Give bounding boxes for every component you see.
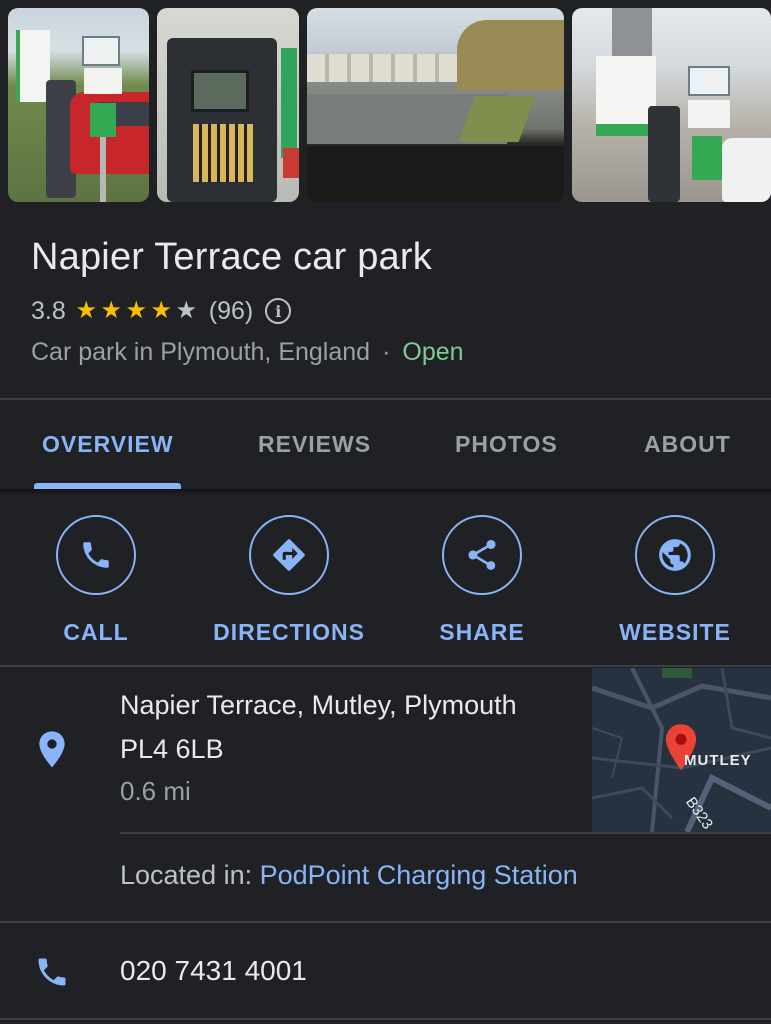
open-status: Open <box>402 338 464 366</box>
website-label: WEBSITE <box>619 619 731 645</box>
address-line-2[interactable]: PL4 6LB <box>120 734 224 765</box>
photo-signs-and-car[interactable] <box>8 8 149 202</box>
divider <box>0 921 771 923</box>
address-line-1[interactable]: Napier Terrace, Mutley, Plymouth <box>120 690 517 721</box>
share-label: SHARE <box>439 619 525 645</box>
tab-photos[interactable]: PHOTOS <box>455 431 558 458</box>
photo-charging-signs[interactable] <box>572 8 771 202</box>
address-section: Napier Terrace, Mutley, Plymouth PL4 6LB… <box>0 668 771 922</box>
photo-street-view[interactable] <box>307 8 564 202</box>
call-label: CALL <box>63 619 129 645</box>
located-in-link[interactable]: PodPoint Charging Station <box>260 860 578 890</box>
tab-overview[interactable]: OVERVIEW <box>42 431 174 458</box>
separator-dot: · <box>382 338 391 366</box>
distance: 0.6 mi <box>120 776 191 806</box>
tab-about[interactable]: ABOUT <box>644 431 731 458</box>
photo-strip[interactable] <box>0 0 771 210</box>
location-pin-icon <box>39 731 65 768</box>
tab-reviews[interactable]: REVIEWS <box>258 431 371 458</box>
located-in-label: Located in: <box>120 860 260 890</box>
map-thumbnail[interactable]: MUTLEY B323 <box>592 668 771 832</box>
divider <box>0 398 771 400</box>
divider <box>120 832 771 834</box>
map-label: MUTLEY <box>684 752 752 769</box>
phone-number[interactable]: 020 7431 4001 <box>120 955 307 987</box>
review-count[interactable]: (96) <box>209 297 253 326</box>
star-icon: ★ <box>125 297 148 324</box>
call-button[interactable]: CALL <box>1 515 191 646</box>
info-icon[interactable]: i <box>265 298 292 324</box>
star-rating: ★ ★ ★ ★ ★ <box>74 299 199 323</box>
located-in-row[interactable]: Located in: PodPoint Charging Station <box>120 860 578 891</box>
star-icon: ★ <box>150 297 173 324</box>
share-button[interactable]: SHARE <box>387 515 577 646</box>
photo-parking-meter[interactable] <box>157 8 299 202</box>
divider <box>0 1018 771 1020</box>
phone-icon <box>38 958 66 986</box>
place-category: Car park in Plymouth, England <box>31 338 371 366</box>
directions-label: DIRECTIONS <box>213 619 365 645</box>
place-title: Napier Terrace car park <box>31 236 432 278</box>
rating-value: 3.8 <box>31 296 66 325</box>
action-row: CALL DIRECTIONS SHARE WEBSITE <box>0 515 771 645</box>
share-icon <box>468 540 496 570</box>
tab-bar: OVERVIEW REVIEWS PHOTOS ABOUT <box>0 401 771 491</box>
website-button[interactable]: WEBSITE <box>580 515 770 646</box>
directions-icon <box>273 539 305 571</box>
star-icon: ★ <box>75 297 98 324</box>
phone-row[interactable]: 020 7431 4001 <box>0 924 771 1018</box>
rating-row[interactable]: 3.8 ★ ★ ★ ★ ★ (96) i <box>31 294 292 328</box>
star-icon: ★ <box>100 297 123 324</box>
category-row: Car park in Plymouth, England · Open <box>31 338 464 367</box>
divider <box>0 665 771 667</box>
directions-button[interactable]: DIRECTIONS <box>194 515 384 646</box>
phone-icon <box>83 542 109 568</box>
tab-shadow <box>0 489 771 495</box>
globe-icon <box>659 539 691 571</box>
star-icon: ★ <box>175 297 198 324</box>
